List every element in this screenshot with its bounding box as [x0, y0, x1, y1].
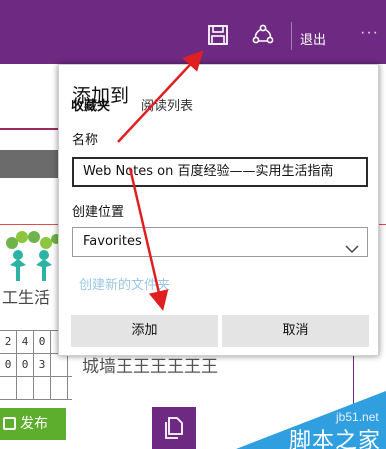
more-options-button[interactable]: ···	[360, 24, 379, 42]
watermark-site: jb51.net	[336, 410, 379, 424]
grid-cell	[51, 377, 68, 399]
add-button[interactable]: 添加	[71, 315, 218, 347]
dialog-title: 添加到	[72, 85, 130, 107]
side-handwriting-text: 工生活	[2, 288, 50, 305]
grid-cell	[0, 377, 17, 399]
document-tile[interactable]	[152, 407, 196, 449]
grid-cell: 0	[34, 331, 51, 353]
chevron-down-icon	[345, 237, 359, 265]
page-gray-bar	[0, 150, 60, 178]
add-to-dialog: 收藏夹 添加到 阅读列表 名称 Web Notes on 百度经验——实用生活指…	[58, 64, 379, 356]
location-select-value: Favorites	[83, 234, 142, 249]
share-icon[interactable]	[252, 24, 274, 46]
grid-cell: 0	[17, 354, 34, 376]
grid-cell: 0	[0, 354, 17, 376]
grid-cell: 2	[0, 331, 17, 353]
toolbar-divider	[291, 22, 292, 50]
cancel-button[interactable]: 取消	[222, 315, 369, 347]
grid-row	[0, 377, 72, 400]
tree-logo-art: 工生活	[0, 225, 61, 307]
name-input[interactable]: Web Notes on 百度经验——实用生活指南	[72, 157, 368, 187]
create-new-folder-link[interactable]: 创建新的文件夹	[79, 274, 170, 293]
tab-reading-list[interactable]: 阅读列表	[141, 95, 193, 114]
exit-button[interactable]: 退出	[300, 29, 342, 48]
grid-cell	[51, 354, 68, 376]
publish-button[interactable]: 发布	[0, 408, 66, 440]
location-label: 创建位置	[72, 205, 125, 220]
grid-cell: 4	[17, 331, 34, 353]
name-label: 名称	[72, 133, 99, 148]
grid-cell	[17, 377, 34, 399]
page-accent-line	[0, 128, 60, 130]
location-select[interactable]: Favorites	[72, 227, 368, 257]
grid-cell: 3	[34, 354, 51, 376]
grid-cell	[34, 377, 51, 399]
edit-icon	[3, 417, 16, 430]
document-icon	[165, 417, 183, 439]
watermark-name: 脚本之家	[289, 429, 382, 449]
save-icon[interactable]	[207, 24, 229, 46]
grid-row: 0 0 3	[0, 354, 72, 377]
app-toolbar: 退出 ···	[0, 0, 386, 64]
publish-button-label: 发布	[20, 416, 48, 432]
